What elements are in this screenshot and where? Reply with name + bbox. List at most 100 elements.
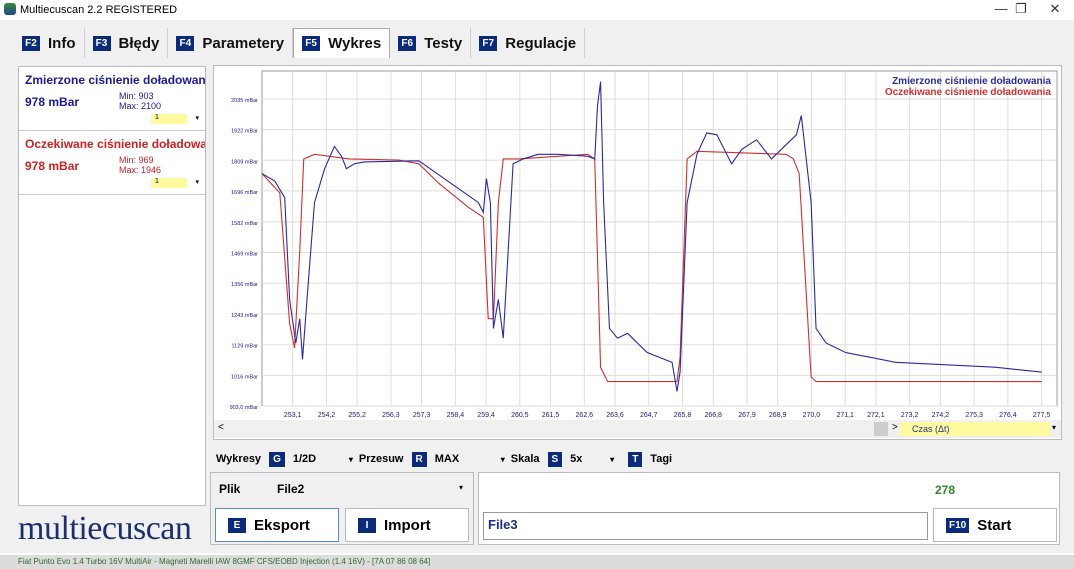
x-tick-label: 259,4 [477, 412, 495, 419]
chart: 2035 mBar 1922 mBar 1809 mBar 1696 mBar 1582… [230, 70, 1058, 419]
export-label: Eksport [254, 516, 310, 534]
x-tick-label: 257,3 [413, 412, 431, 419]
y-tick-label: 1016 mBar [231, 374, 258, 380]
sample-counter: 278 [935, 483, 956, 497]
wykresy-key: G [269, 451, 285, 467]
x-tick-label: 272,1 [867, 412, 885, 419]
przesuw-select[interactable]: MAX [435, 453, 495, 465]
import-key: I [358, 517, 376, 533]
chart-controls: Wykresy G 1/2D ▾ Przesuw R MAX ▾ Skala S… [216, 450, 672, 468]
y-tick-label: 1582 mBar [231, 221, 258, 227]
signal-max: Max: 2100 [119, 101, 162, 111]
import-button[interactable]: I Import [345, 508, 469, 542]
scroll-left-button[interactable]: < [218, 422, 224, 433]
wykresy-label: Wykresy [216, 453, 262, 465]
x-tick-label: 254,2 [318, 412, 336, 419]
signal-scale-value: 1 [155, 178, 159, 185]
x-tick-label: 267,9 [738, 412, 756, 419]
signal-name: Oczekiwane ciśnienie doładowania [25, 137, 205, 151]
start-button[interactable]: F10 Start [933, 508, 1057, 542]
close-button[interactable]: ✕ [1040, 1, 1070, 19]
window-title: Multiecuscan 2.2 REGISTERED [20, 4, 178, 16]
tab-info[interactable]: F2 Info [14, 28, 85, 58]
tagi-key: T [628, 451, 643, 467]
chevron-down-icon[interactable]: ▾ [459, 483, 463, 492]
file-panel: Plik File2 ▾ E Eksport I Import [210, 472, 474, 545]
wykresy-select[interactable]: 1/2D [293, 453, 343, 465]
y-tick-label: 1243 mBar [231, 313, 258, 319]
tab-key: F2 [22, 35, 40, 51]
logo: multiecuscan [18, 510, 192, 547]
tab-key: F4 [176, 35, 195, 51]
x-tick-label: 277,5 [1033, 412, 1051, 419]
signal-name: Zmierzone ciśnienie doładowania [25, 73, 205, 87]
chevron-down-icon[interactable]: ▾ [501, 455, 505, 464]
signal-item[interactable]: Zmierzone ciśnienie doładowania 978 mBar… [19, 67, 205, 131]
x-tick-label: 260,5 [511, 412, 529, 419]
skala-key: S [547, 451, 563, 467]
y-tick-label: 1469 mBar [231, 252, 258, 258]
tab-wykres[interactable]: F5 Wykres [293, 28, 391, 58]
chart-panel: 2035 mBar 1922 mBar 1809 mBar 1696 mBar 1582… [213, 65, 1062, 440]
tab-regulacje[interactable]: F7 Regulacje [471, 28, 586, 58]
tagi-button[interactable]: Tagi [650, 453, 672, 465]
tab-key: F7 [479, 35, 498, 51]
signal-scale-select[interactable]: 1 ▾ [151, 178, 199, 188]
x-tick-label: 273,2 [901, 412, 919, 419]
tab-testy[interactable]: F6 Testy [390, 28, 472, 58]
x-tick-label: 271,1 [836, 412, 854, 419]
signal-min: Min: 903 [119, 91, 154, 101]
app-icon [4, 3, 16, 15]
skala-select[interactable]: 5x [570, 453, 604, 465]
tab-label: Błędy [118, 34, 160, 52]
tab-bar: F2 Info F3 Błędy F4 Parametery F5 Wykres F6 Testy… [14, 28, 586, 58]
x-tick-label: 262,6 [576, 412, 594, 419]
x-tick-label: 264,7 [640, 412, 658, 419]
horizontal-scrollbar[interactable]: < > Czas (Δt) ▾ [214, 420, 1061, 438]
record-panel: 278 File3 F10 Start [478, 472, 1060, 545]
record-filename-input[interactable]: File3 [483, 512, 928, 540]
y-tick-label: 1129 mBar [232, 344, 259, 350]
legend-entry: Oczekiwane ciśnienie doładowania [885, 87, 1052, 98]
chevron-down-icon[interactable]: ▾ [610, 455, 614, 464]
signal-min: Min: 969 [119, 155, 154, 165]
tab-label: Regulacje [505, 34, 577, 52]
tab-label: Parametery [202, 34, 285, 52]
tab-label: Wykres [328, 35, 382, 52]
chevron-down-icon[interactable]: ▾ [349, 455, 353, 464]
x-tick-label: 270,0 [803, 412, 821, 419]
maximize-button[interactable]: ❐ [1006, 1, 1036, 19]
scroll-thumb[interactable] [874, 422, 888, 436]
legend-entry: Zmierzone ciśnienie doładowania [892, 76, 1051, 87]
tab-błędy[interactable]: F3 Błędy [85, 28, 169, 58]
x-tick-label: 258,4 [447, 412, 465, 419]
y-tick-label: 903,0 mBar [230, 405, 259, 411]
x-tick-label: 256,3 [382, 412, 400, 419]
tab-key: F6 [398, 35, 417, 51]
signal-item[interactable]: Oczekiwane ciśnienie doładowania 978 mBa… [19, 131, 205, 195]
signal-value: 978 mBar [25, 95, 80, 109]
chevron-down-icon[interactable]: ▾ [1052, 423, 1056, 432]
plot-area [261, 70, 1058, 407]
skala-label: Skala [510, 453, 540, 465]
file-label: Plik [219, 482, 241, 496]
status-bar: Fiat Punto Evo 1.4 Turbo 16V MultiAir - … [0, 555, 1074, 569]
tab-label: Info [48, 34, 76, 52]
tab-key: F3 [92, 35, 111, 51]
start-label: Start [977, 516, 1012, 534]
start-key: F10 [946, 517, 970, 533]
file-select[interactable]: File2 [277, 482, 467, 496]
x-axis-select[interactable]: Czas (Δt) [900, 422, 1050, 436]
x-tick-label: 268,9 [769, 412, 787, 419]
scroll-right-button[interactable]: > [892, 422, 898, 433]
tab-parametery[interactable]: F4 Parametery [168, 28, 294, 58]
tab-key: F5 [302, 36, 321, 51]
x-tick-label: 275,3 [965, 412, 983, 419]
x-tick-label: 261,5 [542, 412, 560, 419]
x-tick-label: 276,4 [999, 412, 1017, 419]
y-tick-label: 1696 mBar [231, 190, 258, 196]
export-button[interactable]: E Eksport [215, 508, 339, 542]
przesuw-key: R [411, 451, 427, 467]
y-tick-label: 2035 mBar [231, 98, 258, 104]
signal-scale-select[interactable]: 1 ▾ [151, 114, 199, 124]
